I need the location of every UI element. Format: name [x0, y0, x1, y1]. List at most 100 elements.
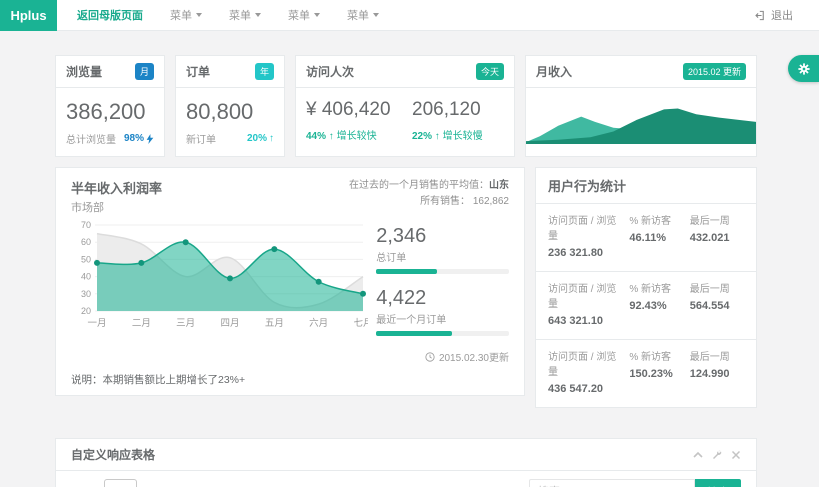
profit-panel-body: 203040506070一月二月三月四月五月六月七月 2,346 总订单 4,4… [71, 219, 509, 364]
stat-cards-row: 浏览量 月 386,200 总计浏览量 98% 订单 年 80,800 新订单 [55, 55, 757, 157]
month-orders-label: 最近一个月订单 [376, 311, 509, 326]
logout-label: 退出 [771, 7, 793, 23]
collapse-button[interactable] [693, 450, 703, 460]
chevron-up-icon [693, 450, 703, 460]
sales-summary: 在过去的一个月销售的平均值：山东 所有销售： 162,862 [349, 178, 509, 215]
menu-label: 菜单 [288, 7, 310, 23]
new-visitors-value: 46.11% [629, 232, 689, 244]
pages-label: 访问页面 / 浏览量 [548, 282, 623, 312]
stat-card-visits: 访问人次 今天 ¥ 406,420 44% ↑ 增长较快 206,120 22%… [295, 55, 515, 157]
search-button[interactable]: 搜索 [695, 479, 741, 487]
card-body: ¥ 406,420 44% ↑ 增长较快 206,120 22% ↑ 增长较慢 [296, 88, 514, 152]
behavior-row: 访问页面 / 浏览量643 321.10 % 新访客92.43% 最后一周564… [536, 272, 756, 340]
behavior-panel: 用户行为统计 访问页面 / 浏览量236 321.80 % 新访客46.11% … [535, 167, 757, 408]
tab-month[interactable]: 月 [137, 479, 170, 487]
caret-down-icon [196, 13, 202, 17]
menu-dropdown-1[interactable]: 菜单 [170, 7, 202, 23]
card-header: 订单 年 [176, 56, 284, 88]
card-title: 月收入 [536, 63, 572, 80]
close-icon [731, 450, 741, 460]
menu-label: 菜单 [229, 7, 251, 23]
tab-day[interactable]: 天 [71, 479, 104, 487]
views-stat: 98% [124, 133, 154, 144]
gear-icon [797, 62, 811, 76]
stat-card-views: 浏览量 月 386,200 总计浏览量 98% [55, 55, 165, 157]
panel-title: 用户行为统计 [548, 176, 626, 195]
svg-text:六月: 六月 [309, 317, 328, 329]
tab-week[interactable]: 周 [104, 479, 137, 487]
svg-text:二月: 二月 [132, 318, 151, 329]
month-orders-progress [376, 331, 509, 336]
panel-title: 半年收入利润率 [71, 178, 162, 197]
visits-primary: ¥ 406,420 44% ↑ 增长较快 [306, 96, 398, 142]
svg-text:70: 70 [81, 220, 91, 230]
caret-down-icon [314, 13, 320, 17]
updated-badge: 2015.02 更新 [683, 63, 746, 80]
brand-logo[interactable]: Hplus [0, 0, 57, 31]
updated-timestamp: 2015.02.30更新 [376, 349, 509, 364]
last-week-label: 最后一周 [690, 214, 744, 229]
income-mini-chart [526, 96, 756, 144]
order-stats: 2,346 总订单 4,422 最近一个月订单 2015.02.30更新 [376, 219, 509, 364]
card-body: 386,200 总计浏览量 98% [56, 88, 164, 156]
month-orders-value: 4,422 [376, 287, 509, 310]
bottom-row: 自定义响应表格 天 周 月 搜索 [55, 438, 757, 487]
visits-secondary-note: 22% ↑ 增长较慢 [412, 127, 504, 142]
menu-dropdown-2[interactable]: 菜单 [229, 7, 261, 23]
bolt-icon [146, 134, 154, 144]
responsive-table-panel: 自定义响应表格 天 周 月 搜索 [55, 438, 757, 487]
period-tabs: 天 周 月 [71, 479, 170, 487]
visits-secondary-value: 206,120 [412, 99, 504, 121]
card-header: 访问人次 今天 [296, 56, 514, 88]
panel-tools [693, 450, 741, 460]
panel-title: 自定义响应表格 [71, 446, 155, 463]
svg-text:40: 40 [81, 272, 91, 282]
pages-value: 236 321.80 [548, 247, 623, 259]
profit-panel: 半年收入利润率 市场部 在过去的一个月销售的平均值：山东 所有销售： 162,8… [55, 167, 525, 396]
last-week-value: 124.990 [690, 368, 744, 380]
back-link[interactable]: 返回母版页面 [77, 7, 143, 23]
visits-primary-note: 44% ↑ 增长较快 [306, 127, 398, 142]
stat-card-income: 月收入 2015.02 更新 [525, 55, 757, 157]
svg-text:60: 60 [81, 237, 91, 247]
card-title: 订单 [186, 63, 210, 80]
profit-chart: 203040506070一月二月三月四月五月六月七月 [71, 219, 368, 331]
total-orders-progress [376, 269, 509, 274]
stat-card-orders: 订单 年 80,800 新订单 20%↑ [175, 55, 285, 157]
behavior-row: 访问页面 / 浏览量236 321.80 % 新访客46.11% 最后一周432… [536, 204, 756, 272]
table-panel-header: 自定义响应表格 [56, 439, 756, 471]
level-up-icon: ↑ [329, 131, 334, 142]
top-navbar: Hplus 返回母版页面 菜单 菜单 菜单 菜单 退出 [0, 0, 819, 31]
svg-text:四月: 四月 [220, 318, 239, 329]
svg-text:三月: 三月 [176, 318, 195, 329]
new-visitors-value: 92.43% [629, 300, 689, 312]
logout-button[interactable]: 退出 [755, 7, 793, 23]
card-title: 访问人次 [306, 63, 354, 80]
new-visitors-label: % 新访客 [629, 282, 689, 297]
new-visitors-label: % 新访客 [629, 214, 689, 229]
level-up-icon: ↑ [435, 131, 440, 142]
last-week-label: 最后一周 [690, 282, 744, 297]
clock-icon [425, 352, 435, 362]
search-input[interactable] [529, 479, 695, 487]
search-bar: 搜索 [529, 479, 741, 487]
close-button[interactable] [731, 450, 741, 460]
menu-dropdown-4[interactable]: 菜单 [347, 7, 379, 23]
pages-value: 436 547.20 [548, 383, 623, 395]
page-content: 浏览量 月 386,200 总计浏览量 98% 订单 年 80,800 新订单 [55, 31, 757, 487]
pages-label: 访问页面 / 浏览量 [548, 214, 623, 244]
total-orders-value: 2,346 [376, 225, 509, 248]
behavior-row: 访问页面 / 浏览量436 547.20 % 新访客150.23% 最后一周12… [536, 340, 756, 407]
period-badge: 月 [135, 63, 154, 80]
menu-dropdown-3[interactable]: 菜单 [288, 7, 320, 23]
panel-subtitle: 市场部 [71, 199, 162, 215]
svg-text:一月: 一月 [87, 318, 106, 329]
visits-primary-value: ¥ 406,420 [306, 99, 398, 121]
card-header: 月收入 2015.02 更新 [526, 56, 756, 88]
menu-label: 菜单 [170, 7, 192, 23]
theme-settings-button[interactable] [788, 55, 819, 82]
level-up-icon: ↑ [269, 133, 274, 144]
svg-text:30: 30 [81, 289, 91, 299]
config-button[interactable] [712, 450, 722, 460]
behavior-panel-header: 用户行为统计 [536, 168, 756, 204]
